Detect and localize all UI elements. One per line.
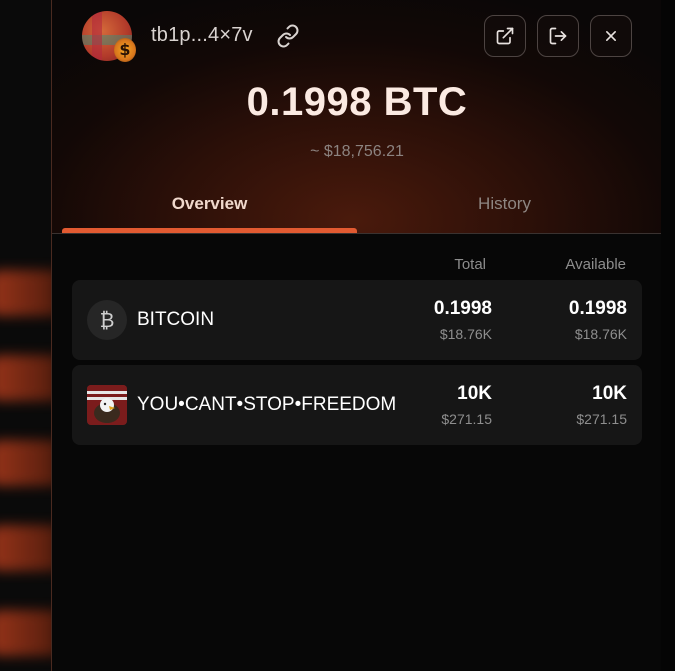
tab-overview[interactable]: Overview <box>62 194 357 214</box>
available-usd: $18.76K <box>574 326 627 342</box>
available-amount: 0.1998 <box>568 298 627 319</box>
tab-history[interactable]: History <box>357 194 652 214</box>
total-amount: 10K <box>457 383 492 404</box>
asset-name: YOU•CANT•STOP•FREEDOM <box>137 394 397 415</box>
external-link-icon <box>496 27 514 45</box>
open-external-button[interactable] <box>484 15 526 57</box>
tab-divider <box>52 233 661 234</box>
bitcoin-badge-icon: $ <box>114 38 136 62</box>
btc-balance: 0.1998 BTC <box>246 80 468 124</box>
rune-thumbnail-icon <box>87 385 127 425</box>
usd-balance: ~ $18,756.21 <box>310 143 404 160</box>
close-button[interactable] <box>590 15 632 57</box>
asset-name: BITCOIN <box>137 309 215 330</box>
close-icon <box>606 31 616 42</box>
available-usd: $271.15 <box>576 411 627 427</box>
asset-row-bitcoin[interactable]: ₿ BITCOIN 0.1998 $18.76K 0.1998 $18.76K <box>72 280 642 360</box>
logout-button[interactable] <box>537 15 579 57</box>
total-usd: $271.15 <box>441 411 492 427</box>
copy-link-icon[interactable] <box>276 24 300 48</box>
column-header-available: Available <box>565 256 626 273</box>
blurred-background <box>0 0 51 671</box>
total-amount: 0.1998 <box>433 298 492 319</box>
logout-icon <box>549 27 567 45</box>
bitcoin-icon: ₿ <box>87 300 127 340</box>
available-amount: 10K <box>592 383 627 404</box>
wallet-panel: $ tb1p...4×7v 0.1998 BTC ~ $18,756.21 Ov… <box>51 0 661 671</box>
column-header-total: Total <box>454 256 486 273</box>
asset-row-freedom[interactable]: YOU•CANT•STOP•FREEDOM 10K $271.15 10K $2… <box>72 365 642 445</box>
wallet-address: tb1p...4×7v <box>151 24 253 46</box>
total-usd: $18.76K <box>439 326 492 342</box>
